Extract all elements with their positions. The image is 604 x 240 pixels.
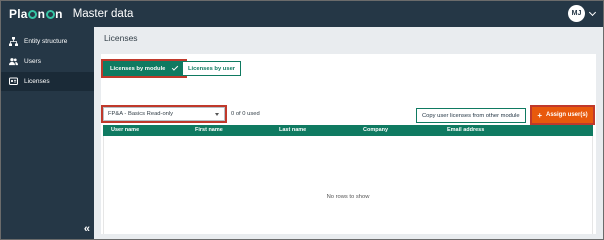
license-icon [9, 77, 18, 86]
sidebar-item-label: Licenses [24, 78, 50, 85]
logo-o-icon [28, 10, 38, 19]
logo-text-c: n [55, 7, 63, 21]
column-header-last-name[interactable]: Last name [279, 127, 306, 133]
app-title: Master data [72, 8, 134, 20]
copy-licenses-button[interactable]: Copy user licenses from other module [416, 108, 526, 123]
column-header-first-name[interactable]: First name [195, 127, 223, 133]
module-select[interactable]: FP&A - Basics Read-only [101, 105, 227, 123]
avatar[interactable]: MJ [568, 5, 585, 22]
module-select-value: FP&A - Basics Read-only [108, 111, 174, 117]
check-icon [172, 64, 179, 71]
user-menu[interactable]: MJ [568, 5, 597, 22]
tab-label: Licenses by module [110, 65, 166, 72]
copy-licenses-label: Copy user licenses from other module [422, 112, 520, 119]
column-header-user-name[interactable]: User name [111, 127, 139, 133]
sidebar: Entity structure Users Licenses « [1, 27, 94, 239]
logo-o-icon [45, 10, 55, 19]
grid-header: User name First name Last name Company E… [103, 125, 593, 136]
sidebar-item-label: Users [24, 58, 41, 65]
planon-logo[interactable]: Pla n n [9, 7, 63, 21]
users-icon [9, 57, 18, 66]
usage-count: 0 of 0 used [231, 111, 260, 117]
app-window: Pla n n Master data MJ Entity structure Us… [0, 0, 604, 240]
caret-down-icon [215, 113, 219, 116]
column-header-company[interactable]: Company [363, 127, 388, 133]
licenses-panel: Licenses by module Licenses by user FP&A… [100, 54, 596, 234]
column-header-email-address[interactable]: Email address [447, 127, 484, 133]
tab-licenses-by-module[interactable]: Licenses by module [100, 59, 188, 78]
sitemap-icon [9, 37, 18, 46]
sidebar-item-licenses[interactable]: Licenses [1, 72, 94, 91]
tab-licenses-by-user[interactable]: Licenses by user [182, 61, 242, 76]
top-bar: Pla n n Master data MJ [1, 1, 603, 27]
chevron-down-icon[interactable] [588, 8, 597, 16]
tab-label: Licenses by user [188, 65, 236, 72]
assign-users-button[interactable]: + Assign user(s) [530, 105, 595, 125]
collapse-sidebar-icon[interactable]: « [84, 223, 90, 235]
plus-icon: + [537, 110, 542, 120]
logo-text-b: n [37, 7, 46, 21]
main-content: Licenses Licenses by module Licenses by … [94, 27, 603, 239]
empty-grid-message: No rows to show [326, 194, 370, 200]
sidebar-item-label: Entity structure [24, 38, 68, 45]
assign-users-label: Assign user(s) [545, 112, 588, 118]
sidebar-item-users[interactable]: Users [1, 52, 94, 71]
page-title: Licenses [104, 33, 138, 43]
sidebar-item-entity-structure[interactable]: Entity structure [1, 32, 94, 51]
logo-text-a: Pla [9, 7, 28, 21]
grid-body: No rows to show [103, 136, 593, 234]
